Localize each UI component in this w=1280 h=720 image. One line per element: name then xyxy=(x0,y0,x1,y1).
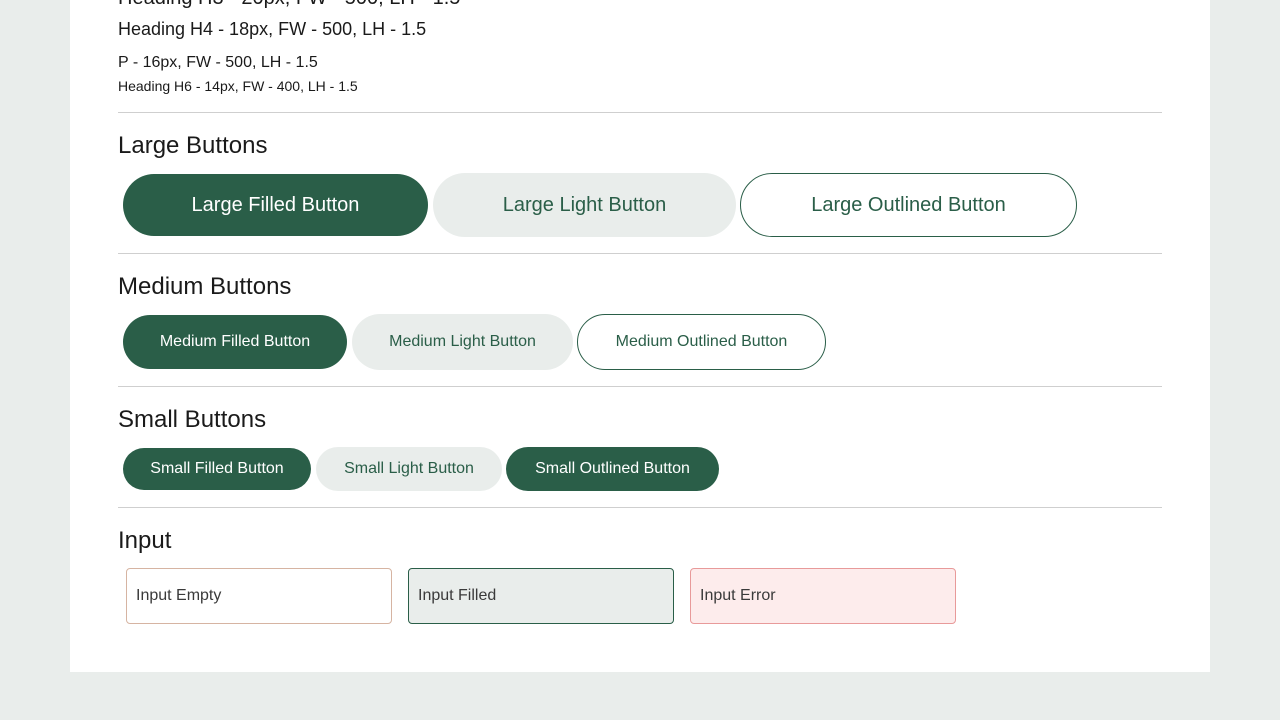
small-filled-button[interactable]: Small Filled Button xyxy=(123,448,311,490)
heading-h3-sample: Heading H3 - 20px, FW - 500, LH - 1.5 xyxy=(118,0,460,8)
small-buttons-title: Small Buttons xyxy=(118,406,267,433)
input-empty-field[interactable]: Input Empty xyxy=(126,568,392,624)
paragraph-sample: P - 16px, FW - 500, LH - 1.5 xyxy=(118,54,318,71)
medium-light-button[interactable]: Medium Light Button xyxy=(352,314,573,370)
large-filled-button[interactable]: Large Filled Button xyxy=(123,174,428,236)
heading-h6-sample: Heading H6 - 14px, FW - 400, LH - 1.5 xyxy=(118,78,358,94)
divider xyxy=(118,386,1162,387)
divider xyxy=(118,253,1162,254)
divider xyxy=(118,112,1162,113)
input-filled-field[interactable]: Input Filled xyxy=(408,568,674,624)
medium-buttons-title: Medium Buttons xyxy=(118,273,292,300)
input-error-field[interactable]: Input Error xyxy=(690,568,956,624)
large-light-button[interactable]: Large Light Button xyxy=(433,173,736,237)
input-title: Input xyxy=(118,527,172,554)
divider xyxy=(118,507,1162,508)
small-outlined-button[interactable]: Small Outlined Button xyxy=(506,447,719,491)
heading-h4-sample: Heading H4 - 18px, FW - 500, LH - 1.5 xyxy=(118,19,427,39)
small-light-button[interactable]: Small Light Button xyxy=(316,447,502,491)
medium-filled-button[interactable]: Medium Filled Button xyxy=(123,315,347,369)
large-outlined-button[interactable]: Large Outlined Button xyxy=(740,173,1077,237)
style-guide-page: Heading H3 - 20px, FW - 500, LH - 1.5 He… xyxy=(70,0,1210,672)
medium-outlined-button[interactable]: Medium Outlined Button xyxy=(577,314,826,370)
large-buttons-title: Large Buttons xyxy=(118,132,268,159)
